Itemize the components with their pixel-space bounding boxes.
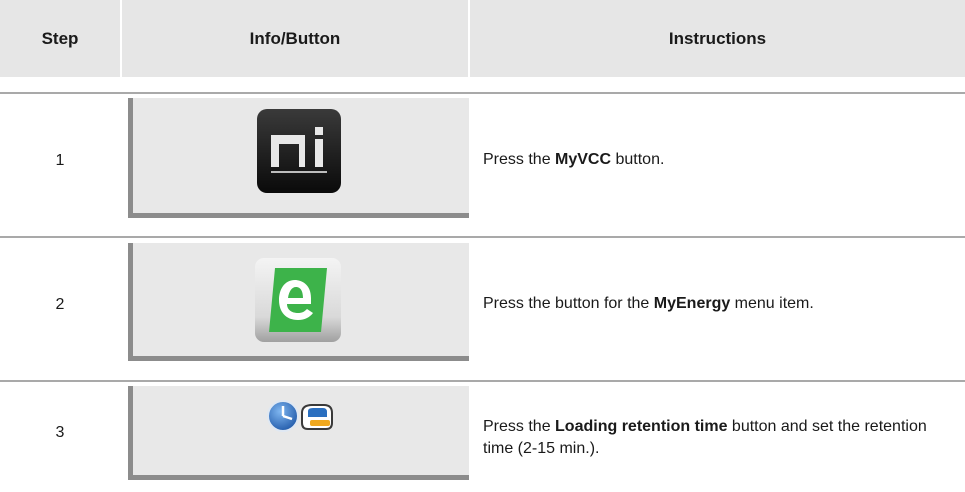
button-panel [128,98,469,218]
table-header: Step Info/Button Instructions [0,0,965,77]
myvcc-icon[interactable] [257,109,341,198]
header-instructions: Instructions [668,28,767,48]
instruction-text: Press the MyVCC button. [483,151,665,168]
step-number: 3 [55,424,65,441]
instruction-emphasis: Loading retention time [555,418,728,435]
instruction-emphasis: MyVCC [555,151,612,168]
instruction-text: Press the Loading retention time button … [483,418,927,457]
row-divider [0,380,965,382]
row-divider [0,92,965,94]
step-number: 1 [55,152,65,169]
button-panel [128,243,469,361]
myenergy-e-icon[interactable] [255,258,341,347]
instruction-emphasis: MyEnergy [653,295,731,312]
loading-retention-time-icon[interactable] [266,399,336,438]
step-number: 2 [55,296,65,313]
header-step: Step [41,28,79,48]
button-panel [128,386,469,480]
instruction-text: Press the button for the MyEnergy menu i… [483,295,814,312]
header-info-button: Info/Button [249,28,341,48]
row-divider [0,236,965,238]
